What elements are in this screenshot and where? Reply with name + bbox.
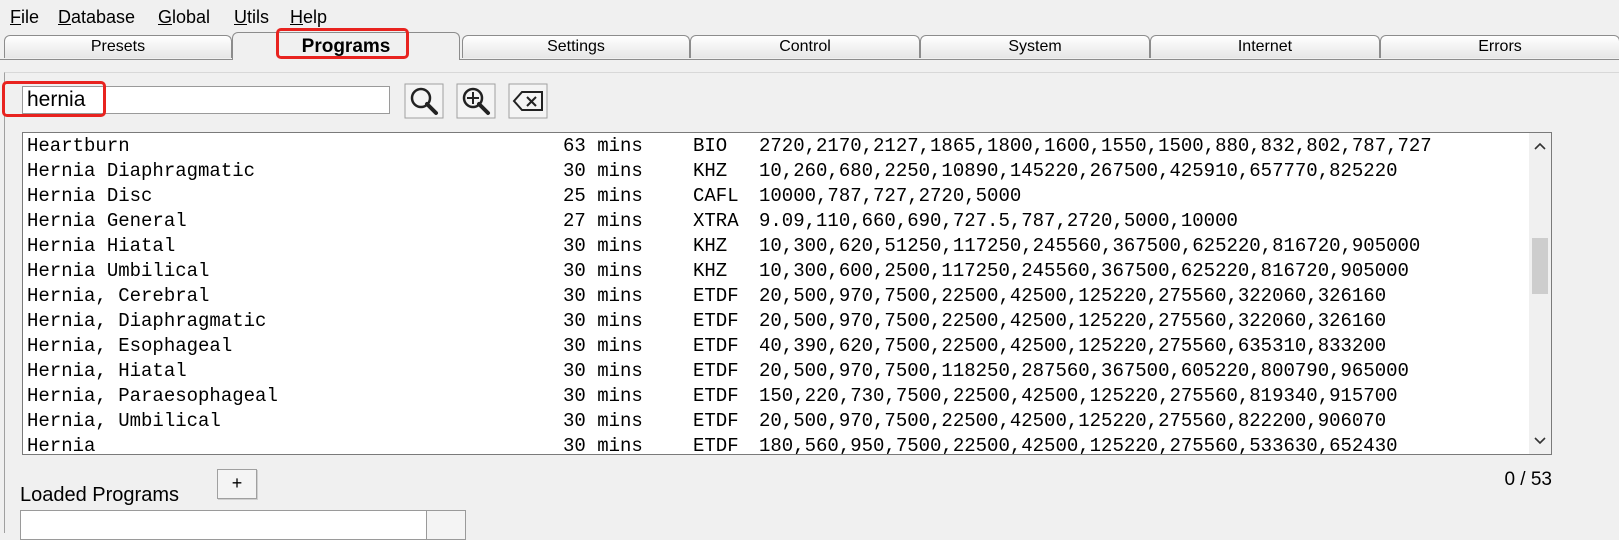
program-type: KHZ bbox=[693, 160, 728, 182]
program-duration: 30 mins bbox=[563, 435, 643, 455]
loaded-programs-dropdown-button[interactable] bbox=[426, 510, 466, 540]
tab-system[interactable]: System bbox=[920, 35, 1150, 58]
zoom-in-button[interactable] bbox=[456, 83, 496, 119]
loaded-programs-select[interactable] bbox=[20, 510, 466, 540]
program-type: KHZ bbox=[693, 235, 728, 257]
program-duration: 30 mins bbox=[563, 260, 643, 282]
program-name: Hernia, Hiatal bbox=[27, 360, 187, 382]
program-duration: 30 mins bbox=[563, 160, 643, 182]
program-type: ETDF bbox=[693, 310, 739, 332]
chevron-down-icon bbox=[1534, 437, 1546, 445]
program-frequencies: 180,560,950,7500,22500,42500,125220,2755… bbox=[759, 435, 1398, 455]
program-type: ETDF bbox=[693, 335, 739, 357]
program-duration: 30 mins bbox=[563, 285, 643, 307]
program-name: Hernia Diaphragmatic bbox=[27, 160, 256, 182]
tab-settings[interactable]: Settings bbox=[462, 35, 690, 58]
program-duration: 27 mins bbox=[563, 210, 643, 232]
program-name: Hernia Hiatal bbox=[27, 235, 176, 257]
tab-bar: Presets Programs Settings Control System… bbox=[0, 32, 1619, 60]
program-row[interactable]: Hernia General 27 mins XTRA 9.09,110,660… bbox=[23, 209, 1529, 234]
loaded-programs-label: Loaded Programs bbox=[20, 484, 179, 506]
program-name: Hernia General bbox=[27, 210, 187, 232]
chevron-up-icon bbox=[1534, 142, 1546, 150]
search-icon bbox=[404, 83, 444, 119]
program-duration: 30 mins bbox=[563, 410, 643, 432]
program-frequencies: 10,300,600,2500,117250,245560,367500,625… bbox=[759, 260, 1409, 282]
clear-button[interactable] bbox=[508, 83, 548, 119]
program-frequencies: 20,500,970,7500,22500,42500,125220,27556… bbox=[759, 285, 1387, 307]
program-row[interactable]: Heartburn 63 mins BIO 2720,2170,2127,186… bbox=[23, 134, 1529, 159]
tab-internet[interactable]: Internet bbox=[1150, 35, 1380, 58]
tab-errors[interactable]: Errors bbox=[1380, 35, 1619, 58]
scroll-down-button[interactable] bbox=[1529, 430, 1551, 452]
programs-list[interactable]: Heartburn 63 mins BIO 2720,2170,2127,186… bbox=[22, 132, 1552, 455]
program-frequencies: 150,220,730,7500,22500,42500,125220,2755… bbox=[759, 385, 1398, 407]
program-frequencies: 2720,2170,2127,1865,1800,1600,1550,1500,… bbox=[759, 135, 1432, 157]
program-duration: 63 mins bbox=[563, 135, 643, 157]
programs-tab-highlight bbox=[276, 28, 409, 59]
program-name: Hernia, Umbilical bbox=[27, 410, 221, 432]
program-name: Hernia Disc bbox=[27, 185, 153, 207]
tab-presets[interactable]: Presets bbox=[4, 35, 232, 58]
search-input-highlight bbox=[2, 81, 106, 117]
program-name: Heartburn bbox=[27, 135, 130, 157]
program-name: Hernia Umbilical bbox=[27, 260, 210, 282]
tab-control[interactable]: Control bbox=[690, 35, 920, 58]
menu-utils[interactable]: Utils bbox=[234, 4, 269, 30]
program-row[interactable]: Hernia, Hiatal 30 mins ETDF 20,500,970,7… bbox=[23, 359, 1529, 384]
program-row[interactable]: Hernia, Umbilical 30 mins ETDF 20,500,97… bbox=[23, 409, 1529, 434]
program-type: ETDF bbox=[693, 385, 739, 407]
scroll-up-button[interactable] bbox=[1529, 135, 1551, 157]
program-name: Hernia, Diaphragmatic bbox=[27, 310, 267, 332]
program-frequencies: 20,500,970,7500,22500,42500,125220,27556… bbox=[759, 410, 1387, 432]
program-duration: 30 mins bbox=[563, 335, 643, 357]
menu-database[interactable]: Database bbox=[58, 4, 135, 30]
menu-global[interactable]: Global bbox=[158, 4, 210, 30]
program-row[interactable]: Hernia, Diaphragmatic 30 mins ETDF 20,50… bbox=[23, 309, 1529, 334]
program-duration: 30 mins bbox=[563, 360, 643, 382]
program-duration: 25 mins bbox=[563, 185, 643, 207]
program-type: XTRA bbox=[693, 210, 739, 232]
program-type: ETDF bbox=[693, 410, 739, 432]
program-counter: 0 / 53 bbox=[1504, 469, 1552, 490]
program-duration: 30 mins bbox=[563, 235, 643, 257]
program-type: ETDF bbox=[693, 285, 739, 307]
program-type: KHZ bbox=[693, 260, 728, 282]
search-button[interactable] bbox=[404, 83, 444, 119]
zoom-in-icon bbox=[456, 83, 496, 119]
program-row[interactable]: Hernia Disc 25 mins CAFL 10000,787,727,2… bbox=[23, 184, 1529, 209]
program-row[interactable]: Hernia, Paraesophageal 30 mins ETDF 150,… bbox=[23, 384, 1529, 409]
program-duration: 30 mins bbox=[563, 310, 643, 332]
menu-bar: File Database Global Utils Help bbox=[0, 4, 1619, 30]
menu-file[interactable]: File bbox=[10, 4, 39, 30]
program-row[interactable]: Hernia, Esophageal 30 mins ETDF 40,390,6… bbox=[23, 334, 1529, 359]
program-name: Hernia bbox=[27, 435, 96, 455]
menu-help[interactable]: Help bbox=[290, 4, 327, 30]
program-type: BIO bbox=[693, 135, 728, 157]
program-frequencies: 40,390,620,7500,22500,42500,125220,27556… bbox=[759, 335, 1387, 357]
program-type: CAFL bbox=[693, 185, 739, 207]
clear-backspace-icon bbox=[508, 83, 548, 119]
program-type: ETDF bbox=[693, 360, 739, 382]
scroll-thumb[interactable] bbox=[1532, 238, 1548, 294]
program-frequencies: 20,500,970,7500,22500,42500,125220,27556… bbox=[759, 310, 1387, 332]
program-row[interactable]: Hernia 30 mins ETDF 180,560,950,7500,225… bbox=[23, 434, 1529, 455]
program-type: ETDF bbox=[693, 435, 739, 455]
program-name: Hernia, Paraesophageal bbox=[27, 385, 278, 407]
program-row[interactable]: Hernia, Cerebral 30 mins ETDF 20,500,970… bbox=[23, 284, 1529, 309]
program-duration: 30 mins bbox=[563, 385, 643, 407]
program-row[interactable]: Hernia Umbilical 30 mins KHZ 10,300,600,… bbox=[23, 259, 1529, 284]
program-name: Hernia, Cerebral bbox=[27, 285, 210, 307]
program-row[interactable]: Hernia Hiatal 30 mins KHZ 10,300,620,512… bbox=[23, 234, 1529, 259]
program-name: Hernia, Esophageal bbox=[27, 335, 233, 357]
program-frequencies: 9.09,110,660,690,727.5,787,2720,5000,100… bbox=[759, 210, 1238, 232]
program-frequencies: 10000,787,727,2720,5000 bbox=[759, 185, 1022, 207]
add-program-button[interactable]: + bbox=[217, 469, 257, 499]
program-row[interactable]: Hernia Diaphragmatic 30 mins KHZ 10,260,… bbox=[23, 159, 1529, 184]
program-frequencies: 10,300,620,51250,117250,245560,367500,62… bbox=[759, 235, 1421, 257]
program-frequencies: 10,260,680,2250,10890,145220,267500,4259… bbox=[759, 160, 1398, 182]
list-scrollbar[interactable] bbox=[1529, 133, 1551, 454]
program-frequencies: 20,500,970,7500,118250,287560,367500,605… bbox=[759, 360, 1409, 382]
